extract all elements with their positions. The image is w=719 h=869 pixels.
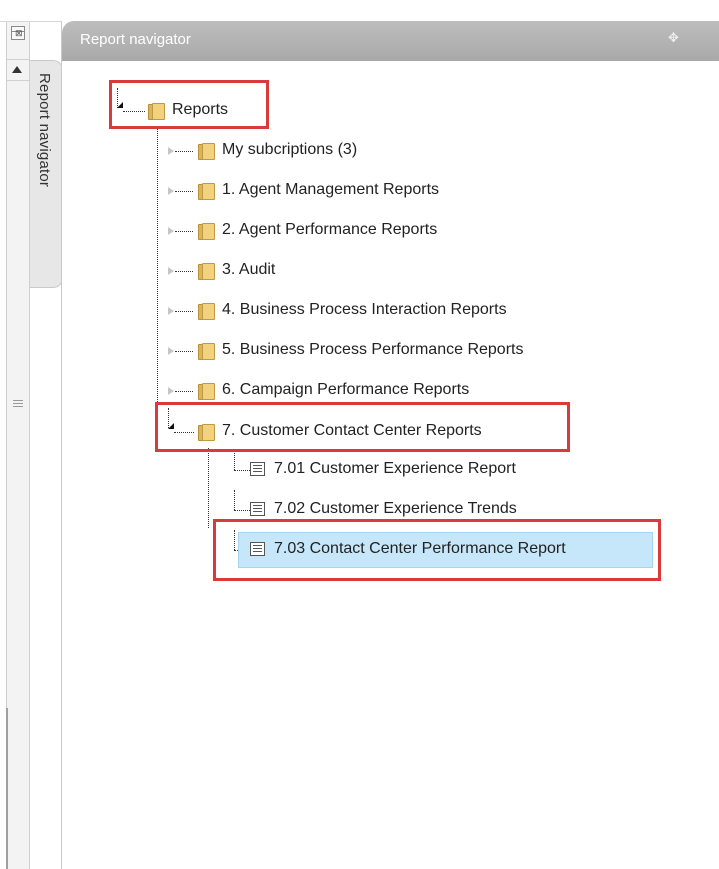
tree-connector bbox=[157, 126, 158, 432]
tree-node-label: 7.02 Customer Experience Trends bbox=[274, 500, 517, 517]
top-strip bbox=[0, 0, 719, 22]
tree-node-bp-interaction[interactable]: 4. Business Process Interaction Reports bbox=[198, 299, 507, 321]
folder-icon bbox=[198, 222, 215, 240]
folder-icon bbox=[198, 262, 215, 280]
folder-icon bbox=[198, 302, 215, 320]
folder-icon bbox=[198, 342, 215, 360]
collapsed-arrow-icon[interactable] bbox=[168, 267, 174, 275]
highlight-box bbox=[155, 402, 570, 452]
dock-icon[interactable]: ⊠ bbox=[11, 26, 25, 40]
tree-connector bbox=[175, 151, 193, 152]
tree-node-label: 2. Agent Performance Reports bbox=[222, 221, 438, 238]
tree-node-report-701[interactable]: 7.01 Customer Experience Report bbox=[250, 458, 516, 480]
folder-icon bbox=[198, 182, 215, 200]
folder-icon bbox=[198, 382, 215, 400]
panel-title: Report navigator bbox=[80, 31, 191, 48]
collapse-arrow-icon[interactable] bbox=[12, 66, 22, 73]
tree-connector bbox=[175, 351, 193, 352]
tree-node-campaign-performance[interactable]: 6. Campaign Performance Reports bbox=[198, 379, 469, 401]
tree-connector bbox=[234, 490, 235, 510]
resize-grip-icon[interactable] bbox=[13, 400, 23, 409]
collapsed-arrow-icon[interactable] bbox=[168, 147, 174, 155]
tree-node-label: 6. Campaign Performance Reports bbox=[222, 381, 470, 398]
tree-node-report-702[interactable]: 7.02 Customer Experience Trends bbox=[250, 498, 517, 520]
tree-node-my-subscriptions[interactable]: My subcriptions (3) bbox=[198, 139, 357, 161]
report-icon bbox=[250, 462, 265, 476]
tree-connector bbox=[175, 231, 193, 232]
tree-node-label: 4. Business Process Interaction Reports bbox=[222, 301, 507, 318]
folder-icon bbox=[198, 142, 215, 160]
collapsed-arrow-icon[interactable] bbox=[168, 187, 174, 195]
tree-connector bbox=[208, 448, 209, 528]
tree-node-label: 3. Audit bbox=[222, 261, 276, 278]
pin-icon[interactable]: ✥ bbox=[668, 30, 679, 46]
collapsed-arrow-icon[interactable] bbox=[168, 307, 174, 315]
divider bbox=[7, 80, 29, 81]
collapsed-arrow-icon[interactable] bbox=[168, 387, 174, 395]
report-navigator-vertical-tab[interactable]: Report navigator bbox=[30, 60, 63, 288]
highlight-box bbox=[109, 80, 269, 129]
tree-node-agent-performance[interactable]: 2. Agent Performance Reports bbox=[198, 219, 437, 241]
collapsed-arrow-icon[interactable] bbox=[168, 227, 174, 235]
panel-header: Report navigator ✥ bbox=[62, 21, 719, 61]
tree-connector bbox=[234, 470, 250, 471]
tree-connector bbox=[175, 271, 193, 272]
divider bbox=[7, 59, 29, 60]
tree-node-label: 5. Business Process Performance Reports bbox=[222, 341, 524, 358]
tree-connector bbox=[175, 391, 193, 392]
left-dock-bar: ⊠ bbox=[6, 22, 30, 869]
vertical-tab-label: Report navigator bbox=[36, 73, 53, 188]
tree-node-label: 1. Agent Management Reports bbox=[222, 181, 440, 198]
tree-connector bbox=[234, 450, 235, 470]
tree-node-bp-performance[interactable]: 5. Business Process Performance Reports bbox=[198, 339, 523, 361]
tree-node-audit[interactable]: 3. Audit bbox=[198, 259, 275, 281]
report-icon bbox=[250, 502, 265, 516]
tree-connector bbox=[234, 510, 250, 511]
highlight-box bbox=[213, 519, 661, 581]
collapsed-arrow-icon[interactable] bbox=[168, 347, 174, 355]
tree-connector bbox=[175, 191, 193, 192]
divider bbox=[6, 708, 8, 869]
tree-node-label: My subcriptions (3) bbox=[222, 141, 358, 158]
tree-node-agent-management[interactable]: 1. Agent Management Reports bbox=[198, 179, 439, 201]
tree-connector bbox=[175, 311, 193, 312]
tree-node-label: 7.01 Customer Experience Report bbox=[274, 460, 516, 477]
